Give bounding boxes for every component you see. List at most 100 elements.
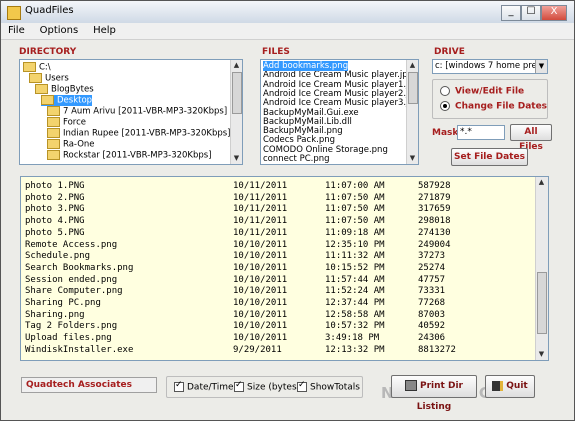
listing-time: 10:15:52 PM [325,262,385,273]
listing-size: 40592 [418,321,446,332]
file-item[interactable]: Add bookmarks.png [263,61,349,71]
file-item[interactable]: BackupMyMail.Gui.exe [263,108,359,118]
options-group: Date/Time Size (bytes) ShowTotals [166,376,363,398]
directory-item[interactable]: Ra-One [47,139,95,150]
listing-filename: photo 3.PNG [25,204,85,215]
mask-input[interactable]: *.* [457,125,505,140]
listing-date: 10/10/2011 [233,309,288,320]
listing-time: 12:35:10 PM [325,239,385,250]
maximize-button[interactable]: ☐ [521,5,541,21]
directory-item-label: Desktop [57,95,93,106]
scroll-thumb[interactable] [537,272,547,334]
listing-size: 8813272 [418,344,456,355]
folder-icon [47,128,60,138]
directory-item[interactable]: Force [47,117,86,128]
directory-item[interactable]: 7 Aum Arivu [2011-VBR-MP3-320Kbps] [47,106,227,117]
file-item[interactable]: Android Ice Cream Music player1.jpg [263,80,418,90]
drive-select[interactable]: c: [windows 7 home pre ▼ [432,59,548,74]
radio-change-dates[interactable]: Change File Dates [440,101,547,112]
listing-filename: Session ended.png [25,274,118,285]
listing-date: 10/10/2011 [233,321,288,332]
files-scrollbar[interactable]: ▲ ▼ [406,60,418,164]
listing-size: 47757 [418,274,446,285]
listing-time: 11:11:32 AM [325,251,385,262]
file-item[interactable]: COMODO Online Storage.png [263,145,388,155]
listing-date: 10/10/2011 [233,251,288,262]
listing-date: 10/10/2011 [233,286,288,297]
directory-tree[interactable]: Rockstar [2011-VBR-MP3-320Kbps] Ra-One Ind… [19,59,243,165]
listing-filename: Tag 2 Folders.png [25,321,118,332]
directory-item[interactable]: Indian Rupee [2011-VBR-MP3-320Kbps] [47,128,230,139]
all-files-button[interactable]: All Files [510,124,552,152]
directory-item[interactable]: Rockstar [2011-VBR-MP3-320Kbps] [47,150,212,161]
scroll-down-arrow-icon[interactable]: ▼ [407,153,418,164]
scroll-up-arrow-icon[interactable]: ▲ [407,60,418,71]
listing-time: 12:37:44 PM [325,298,385,308]
listing-time: 12:13:32 PM [325,344,385,355]
drive-label: DRIVE [434,47,465,57]
scroll-up-arrow-icon[interactable]: ▲ [231,60,242,71]
directory-item[interactable]: C:\ [23,62,51,73]
listing-date: 10/11/2011 [233,227,288,238]
minimize-button[interactable]: _ [501,5,521,21]
listing-filename: Remote Access.png [25,239,118,250]
file-item[interactable]: Android Ice Cream Music player3.jpg [263,98,418,108]
menu-options[interactable]: Options [33,23,84,36]
directory-item-label: BlogBytes [51,84,94,95]
checkbox-date-time[interactable]: Date/Time [174,380,234,393]
listing-time: 11:07:00 AM [325,181,385,191]
scroll-up-arrow-icon[interactable]: ▲ [536,177,547,188]
checkbox-label: Date/Time [187,382,234,393]
quit-button[interactable]: Quit [485,375,535,398]
checkbox-show-totals[interactable]: ShowTotals [297,380,360,393]
checkbox-size[interactable]: Size (bytes) [234,380,300,393]
listing-filename: Share Computer.png [25,286,123,297]
scroll-down-arrow-icon[interactable]: ▼ [231,153,242,164]
file-item[interactable]: connect PC.png [263,154,330,164]
directory-item[interactable]: Desktop [41,95,93,106]
directory-item-label: 7 Aum Arivu [2011-VBR-MP3-320Kbps] [63,106,228,117]
set-file-dates-button[interactable]: Set File Dates [451,148,528,166]
listing-filename: Sharing PC.png [25,298,101,308]
listing-size: 249004 [418,239,451,250]
file-item[interactable]: Android Ice Cream Music player2.jpg [263,89,418,99]
radio-label: View/Edit File [455,86,525,97]
print-dir-listing-button[interactable]: Print Dir Listing [391,375,477,412]
directory-scrollbar[interactable]: ▲ ▼ [230,60,242,164]
printer-icon [405,380,418,391]
file-item[interactable]: Codecs Pack.png [263,135,335,145]
listing-filename: Search Bookmarks.png [25,262,134,273]
directory-item-label: C:\ [39,62,51,73]
file-item[interactable]: Android Ice Cream Music player.jpg [263,70,413,80]
scroll-thumb[interactable] [408,72,418,104]
file-item[interactable]: BackupMyMail.Lib.dll [263,117,352,127]
listing-scrollbar[interactable]: ▲ ▼ [535,177,548,360]
quit-button-label: Quit [506,381,528,391]
menu-help[interactable]: Help [86,23,121,36]
app-folder-icon [7,6,21,20]
listing-size: 73331 [418,286,446,297]
scroll-thumb[interactable] [232,72,242,114]
directory-item-label: Users [45,73,69,84]
directory-item[interactable]: Users [29,73,69,84]
scroll-down-arrow-icon[interactable]: ▼ [536,349,547,360]
listing-time: 11:09:18 AM [325,227,385,238]
listing-filename: photo 5.PNG [25,227,85,238]
close-button[interactable]: X [541,5,567,21]
directory-item[interactable]: BlogBytes [35,84,94,95]
radio-view-edit[interactable]: View/Edit File [440,86,524,97]
listing-date: 10/11/2011 [233,204,288,215]
directory-listing[interactable]: WindiskInstaller.exe 9/29/2011 12:13:32 PM… [20,176,549,361]
folder-icon [23,62,36,72]
listing-date: 10/10/2011 [233,274,288,285]
listing-time: 11:57:44 AM [325,274,385,285]
title-bar: QuadFiles _ ☐ X [1,1,574,24]
file-item[interactable]: BackupMyMail.png [263,126,343,136]
checkbox-label: ShowTotals [310,382,360,393]
chevron-down-icon[interactable]: ▼ [535,60,547,73]
files-list[interactable]: connect PC.png COMODO Online Storage.png C… [260,59,419,165]
menu-file[interactable]: File [1,23,30,36]
listing-size: 298018 [418,216,451,227]
listing-time: 11:07:50 AM [325,216,385,227]
listing-time: 12:58:58 AM [325,309,385,320]
